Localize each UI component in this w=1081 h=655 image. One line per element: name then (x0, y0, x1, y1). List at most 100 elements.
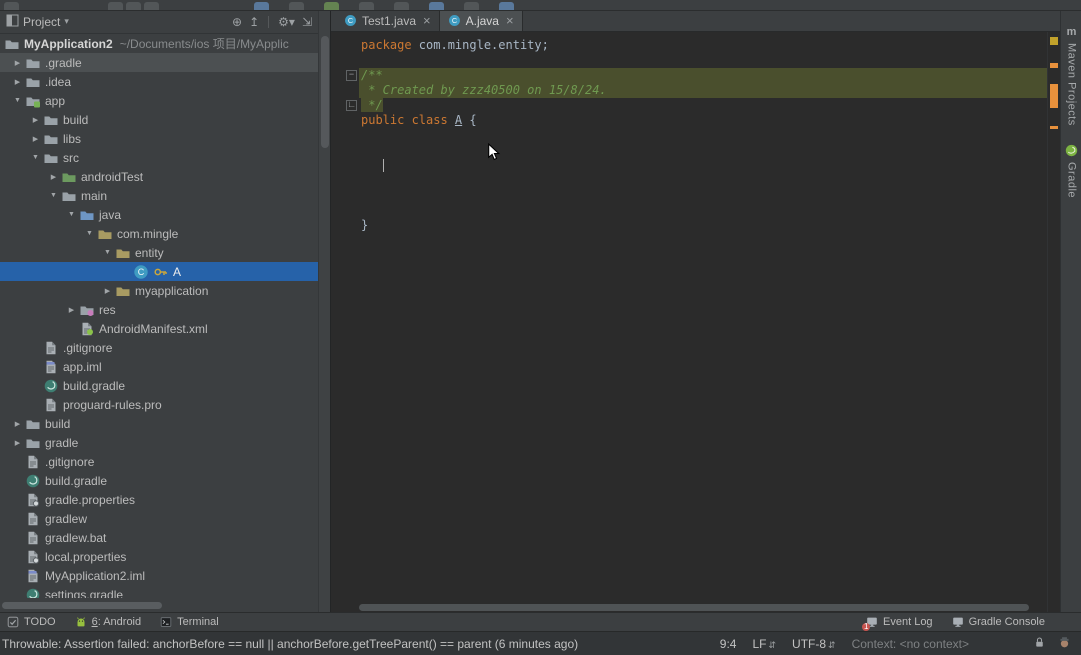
chevron-down-icon[interactable]: ▼ (46, 192, 61, 199)
line-separator-widget[interactable]: LF⇵ (752, 637, 776, 651)
collapse-all-icon[interactable]: ↥ (249, 16, 259, 28)
caret-position-widget[interactable]: 9:4 (720, 637, 737, 651)
tree-row-build[interactable]: ▶build (0, 110, 318, 129)
tree-row-entity[interactable]: ▼entity (0, 243, 318, 262)
code-line-4[interactable]: * Created by zzz40500 on 15/8/24. (359, 83, 1048, 98)
chevron-down-icon[interactable]: ▼ (64, 211, 79, 218)
tree-row-gitignore[interactable]: .gitignore (0, 452, 318, 471)
chevron-down-icon[interactable]: ▼ (28, 154, 43, 161)
tree-item-label: gradlew (45, 512, 87, 526)
toolwindow-button-gradle[interactable]: Gradle (1065, 126, 1078, 198)
project-panel-title[interactable]: Project (23, 15, 60, 29)
chevron-right-icon[interactable]: ▶ (46, 173, 61, 181)
tree-row-gradle[interactable]: ▶.gradle (0, 53, 318, 72)
toolwindow-button-todo[interactable]: TODO (6, 615, 56, 629)
code-line-2[interactable] (359, 53, 1048, 68)
chevron-right-icon[interactable]: ▶ (28, 135, 43, 143)
chevron-right-icon[interactable]: ▶ (10, 59, 25, 67)
file-props-icon (25, 492, 41, 508)
tree-row-app-iml[interactable]: app.iml (0, 357, 318, 376)
code-content[interactable]: package com.mingle.entity; /** * Created … (359, 32, 1048, 603)
tree-row-com-mingle[interactable]: ▼ com.mingle (0, 224, 318, 243)
tab-a-java[interactable]: CA.java× (440, 10, 523, 31)
tree-row-src[interactable]: ▼src (0, 148, 318, 167)
tree-row-gradlew-bat[interactable]: gradlew.bat (0, 528, 318, 547)
tree-row-libs[interactable]: ▶libs (0, 129, 318, 148)
chevron-down-icon[interactable]: ▼ (10, 97, 25, 104)
code-line-7[interactable] (359, 128, 1048, 143)
tree-row-build-gradle[interactable]: build.gradle (0, 376, 318, 395)
hide-panel-icon[interactable]: ⇲ (302, 16, 312, 28)
code-line-12[interactable] (359, 203, 1048, 218)
code-line-9[interactable] (359, 158, 1048, 173)
settings-target-icon[interactable]: ⊕ (232, 16, 242, 28)
tree-row-myapplication[interactable]: ▶myapplication (0, 281, 318, 300)
toolwindow-button-gradle-console[interactable]: Gradle Console (951, 615, 1045, 629)
code-line-13[interactable]: } (359, 218, 1048, 233)
context-widget[interactable]: Context: <no context> (852, 637, 969, 651)
gear-icon[interactable]: ⚙▾ (278, 16, 295, 28)
tree-row-gitignore[interactable]: .gitignore (0, 338, 318, 357)
tree-row-gradle[interactable]: ▶gradle (0, 433, 318, 452)
code-line-3[interactable]: /** (359, 68, 1048, 83)
tree-row-idea[interactable]: ▶.idea (0, 72, 318, 91)
tree-row-proguard-rules-pro[interactable]: proguard-rules.pro (0, 395, 318, 414)
code-line-8[interactable] (359, 143, 1048, 158)
tab-test1-java[interactable]: CTest1.java× (336, 10, 440, 31)
chevron-right-icon[interactable]: ▶ (64, 306, 79, 314)
code-editor[interactable]: − ∟ package com.mingle.entity; /** * Creat… (331, 32, 1061, 612)
tree-row-myapplication2[interactable]: MyApplication2~/Documents/ios 项目/MyAppli… (0, 34, 318, 53)
chevron-down-icon[interactable]: ▼ (82, 230, 97, 237)
chevron-right-icon[interactable]: ▶ (28, 116, 43, 124)
chevron-right-icon[interactable]: ▶ (10, 439, 25, 447)
tree-row-androidmanifest-xml[interactable]: AndroidManifest.xml (0, 319, 318, 338)
close-tab-icon[interactable]: × (423, 13, 431, 28)
tree-row-gradlew[interactable]: gradlew (0, 509, 318, 528)
encoding-widget[interactable]: UTF-8⇵ (792, 637, 836, 651)
tree-row-java[interactable]: ▼java (0, 205, 318, 224)
maven-projects-label: Maven Projects (1066, 43, 1078, 126)
folder-icon (43, 150, 59, 166)
tree-row-res[interactable]: ▶res (0, 300, 318, 319)
fold-marker-icon[interactable]: ∟ (346, 100, 357, 111)
tree-row-a[interactable]: CA (0, 262, 318, 281)
chevron-right-icon[interactable]: ▶ (100, 287, 115, 295)
tree-row-local-properties[interactable]: local.properties (0, 547, 318, 566)
tree-row-app[interactable]: ▼app (0, 91, 318, 110)
tree-row-main[interactable]: ▼main (0, 186, 318, 205)
error-stripe[interactable] (1047, 32, 1061, 612)
chevron-right-icon[interactable]: ▶ (10, 78, 25, 86)
tree-horizontal-scrollbar[interactable] (2, 602, 162, 609)
tree-item-label: com.mingle (117, 227, 178, 241)
tree-row-settings-gradle[interactable]: settings.gradle (0, 585, 318, 598)
close-tab-icon[interactable]: × (506, 13, 514, 28)
tree-row-build-gradle[interactable]: build.gradle (0, 471, 318, 490)
toolwindow-button-android[interactable]: 6: Android (74, 615, 142, 629)
file-gradle-icon (25, 587, 41, 599)
tree-row-gradle-properties[interactable]: gradle.properties (0, 490, 318, 509)
hector-inspector-icon[interactable] (1058, 636, 1071, 652)
chevron-down-icon[interactable]: ▾ (64, 16, 69, 27)
code-line-1[interactable]: package com.mingle.entity; (359, 38, 1048, 53)
toolwindow-icon[interactable] (6, 14, 19, 30)
editor-horizontal-scrollbar[interactable] (359, 604, 1043, 611)
code-line-6[interactable]: public class A { (359, 113, 1048, 128)
scrollbar-thumb[interactable] (321, 36, 329, 148)
toolwindow-button-terminal[interactable]: Terminal (159, 615, 219, 629)
fold-marker-icon[interactable]: − (346, 70, 357, 81)
toolwindow-button-maven[interactable]: m Maven Projects (1066, 10, 1078, 126)
toolwindow-button-event-log[interactable]: 1 Event Log (865, 615, 933, 629)
status-message[interactable]: Throwable: Assertion failed: anchorBefor… (2, 637, 578, 651)
tree-row-androidtest[interactable]: ▶androidTest (0, 167, 318, 186)
chevron-down-icon[interactable]: ▼ (100, 249, 115, 256)
chevron-right-icon[interactable]: ▶ (10, 420, 25, 428)
tree-row-build[interactable]: ▶build (0, 414, 318, 433)
scrollbar-thumb[interactable] (359, 604, 1029, 611)
code-line-10[interactable] (359, 173, 1048, 188)
code-line-5[interactable]: */ (359, 98, 1048, 113)
tree-row-myapplication2-iml[interactable]: MyApplication2.iml (0, 566, 318, 585)
lock-icon[interactable] (1033, 636, 1046, 652)
code-line-11[interactable] (359, 188, 1048, 203)
toolbar-icon-fragment (126, 2, 141, 11)
scrollbar-thumb[interactable] (2, 602, 162, 609)
